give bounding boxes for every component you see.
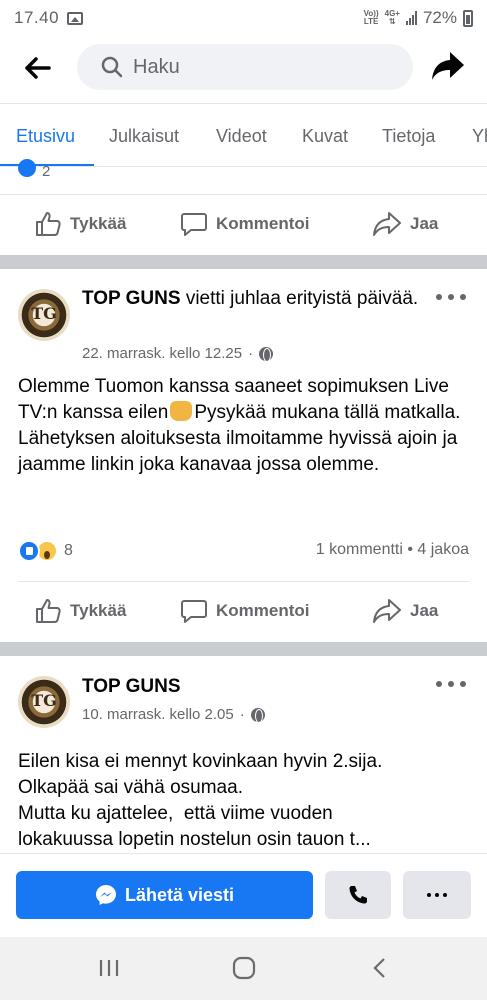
tab-kuvat[interactable]: Kuvat [302,126,348,147]
home-button[interactable] [224,953,264,983]
like-label: Tykkää [70,601,127,620]
send-message-button[interactable]: Lähetä viesti [16,871,313,919]
partial-post-reactions: 2 [0,159,487,195]
post-separator [0,642,487,656]
comment-icon [181,213,207,236]
post-card: TOP GUNS 10. marrask. kello 2.05 · Eilen… [0,656,487,853]
share-icon [373,599,401,623]
comment-icon [181,600,207,623]
signal-icon [405,11,417,25]
back-arrow-icon [25,57,51,79]
share-button[interactable]: Jaa [372,196,438,252]
post-separator [0,255,487,269]
recent-apps-button[interactable] [89,953,129,983]
post-header-title: TOP GUNS vietti juhlaa erityistä päivää. [82,286,422,312]
meta-separator: · [239,706,245,723]
post-header-title: TOP GUNS [82,674,422,700]
post-action-bar: Tykkää Kommentoi Jaa [0,196,487,252]
like-button[interactable]: Tykkää [34,196,126,252]
post-text: Olemme Tuomon kanssa saaneet sopimuksen … [18,374,474,478]
comment-button[interactable]: Kommentoi [180,196,310,252]
comments-shares-count[interactable]: 1 kommentti • 4 jakoa [316,541,469,559]
back-button[interactable] [16,46,60,90]
send-message-label: Lähetä viesti [124,884,235,905]
like-button[interactable]: Tykkää [34,583,126,639]
avatar[interactable] [18,289,70,341]
volte-indicator: Vo)) LTE [364,10,379,26]
share-label: Jaa [410,214,439,233]
status-time: 17.40 [14,8,60,27]
comment-button[interactable]: Kommentoi [180,583,310,639]
avatar[interactable] [18,676,70,728]
post-text-line: Olkapää sai vähä osumaa. [18,777,243,798]
post-options-button[interactable] [436,674,466,694]
tab-videot[interactable]: Videot [216,126,267,147]
post-author[interactable]: TOP GUNS [82,676,181,697]
data-arrows-icon: ⇅ [388,17,396,26]
post-date: 22. marrask. kello 12.25 [82,345,243,362]
post-activity: vietti juhlaa erityistä päivää. [180,288,419,309]
meta-separator: · [248,345,254,362]
share-icon [373,212,401,236]
call-button[interactable] [325,871,391,919]
like-label: Tykkää [70,214,127,233]
post-meta[interactable]: 10. marrask. kello 2.05 · [82,706,265,723]
home-icon [232,956,256,980]
globe-icon [259,346,274,362]
reaction-count: 8 [64,542,73,559]
chevron-left-icon [373,958,385,978]
battery-icon [463,9,473,27]
tab-julkaisut[interactable]: Julkaisut [109,126,179,147]
post-text-line: lokakuussa lopetin nostelun osin tauon t… [18,829,371,850]
status-indicators: Vo)) LTE 4G+ ⇅ 72% [364,8,473,28]
data-indicator: 4G+ ⇅ [385,10,400,26]
recent-apps-icon [99,960,119,976]
tab-yhteisot[interactable]: Yh [472,126,487,147]
more-options-button[interactable] [403,871,471,919]
divider [18,581,469,582]
thumbs-up-icon [36,212,61,236]
post-author[interactable]: TOP GUNS [82,288,181,309]
share-label: Jaa [410,601,439,620]
status-bar: 17.40 Vo)) LTE 4G+ ⇅ 72% [0,0,487,36]
search-input[interactable]: Haku [77,44,413,90]
post-reactions[interactable]: 8 [18,539,73,563]
post-text-line: Eilen kisa ei mennyt kovinkaan hyvin 2.s… [18,751,383,772]
post-options-button[interactable] [436,287,466,307]
thumbs-up-icon [36,599,61,623]
phone-icon [349,886,367,904]
post-action-bar: Tykkää Kommentoi Jaa [0,583,487,639]
post-text: Eilen kisa ei mennyt kovinkaan hyvin 2.s… [18,749,474,853]
message-bar: Lähetä viesti [0,853,487,937]
comment-label: Kommentoi [216,601,310,620]
like-reaction-icon [18,159,36,177]
reaction-count: 2 [42,163,51,180]
tab-etusivu[interactable]: Etusivu [16,126,75,147]
tab-tietoja[interactable]: Tietoja [382,126,435,147]
search-icon [101,56,123,78]
page-tabs: Etusivu Julkaisut Videot Kuvat Tietoja Y… [0,103,487,167]
like-reaction-icon [18,540,40,562]
battery-level: 72% [422,8,457,27]
system-nav-bar [0,937,487,1000]
search-placeholder: Haku [133,55,180,78]
share-page-button[interactable] [430,50,470,86]
post-meta[interactable]: 22. marrask. kello 12.25 · [82,345,274,362]
share-button[interactable]: Jaa [372,583,438,639]
share-arrow-icon [432,52,464,80]
system-back-button[interactable] [360,953,400,983]
post-date: 10. marrask. kello 2.05 [82,706,234,723]
gallery-notification-icon [67,11,84,25]
comment-label: Kommentoi [216,214,310,233]
globe-icon [250,707,265,723]
page-header: Haku [0,36,487,100]
messenger-icon [95,885,116,905]
lte-label: LTE [363,17,379,26]
fist-emoji-icon [170,401,193,421]
post-text-line: Mutta ku ajattelee, että viime vuoden [18,803,333,824]
